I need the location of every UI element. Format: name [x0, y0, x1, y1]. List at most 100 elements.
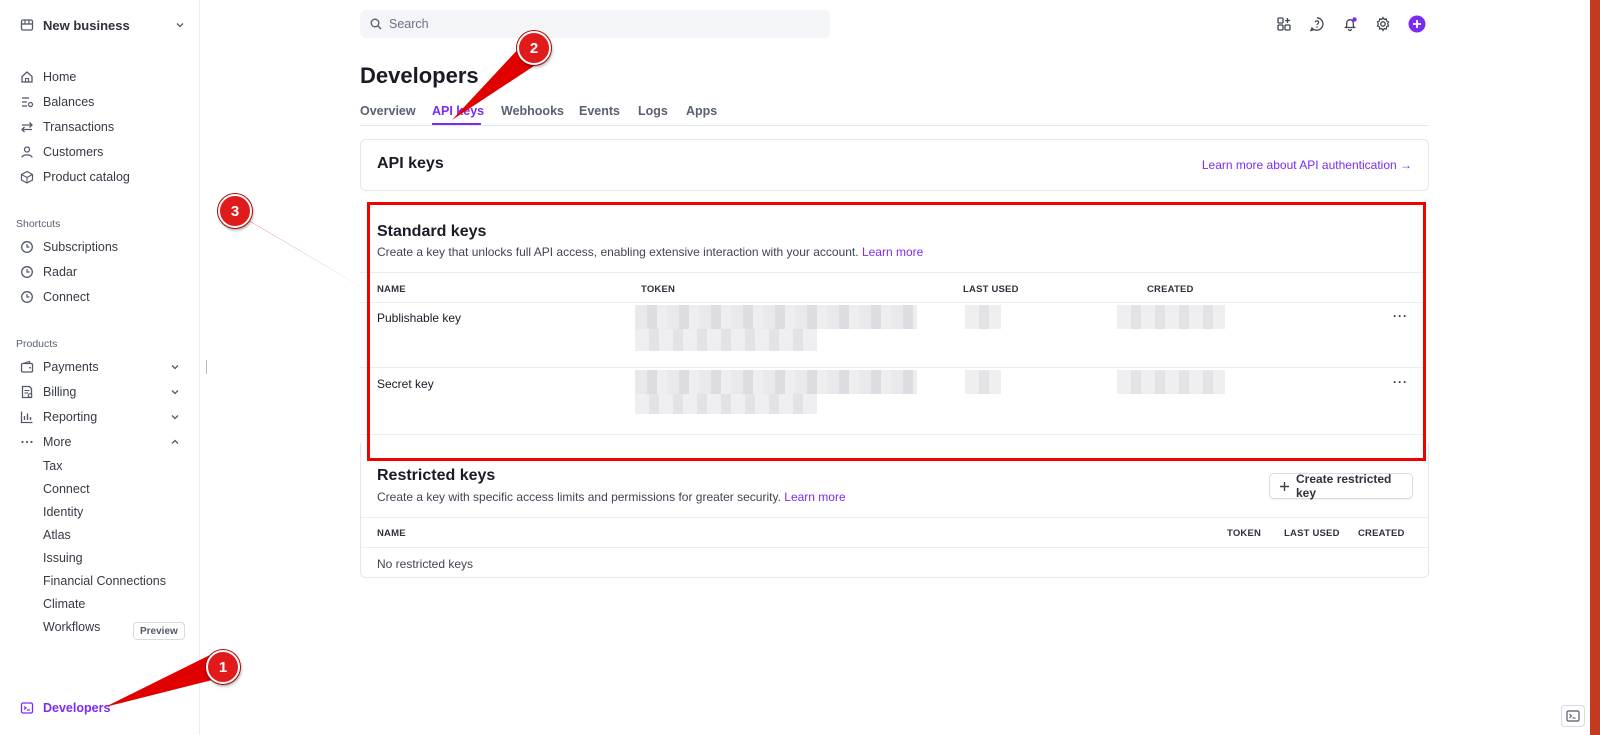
apps-icon[interactable]	[1275, 15, 1293, 33]
column-header-name: NAME	[377, 528, 406, 539]
chevron-up-icon	[170, 437, 180, 447]
sidebar-item-radar[interactable]: Radar	[20, 262, 77, 282]
terminal-icon	[20, 701, 34, 715]
chevron-down-icon	[170, 387, 180, 397]
search-icon	[370, 18, 382, 30]
shortcuts-heading: Shortcuts	[16, 218, 61, 230]
sidebar-subitem-connect[interactable]: Connect	[43, 482, 90, 496]
window-frame-edge	[1590, 0, 1600, 735]
sidebar: New business Home Balances Transactions …	[0, 0, 200, 735]
more-icon	[20, 435, 34, 449]
preview-badge: Preview	[133, 622, 185, 640]
tab-webhooks[interactable]: Webhooks	[501, 104, 564, 118]
sidebar-item-label: More	[43, 435, 72, 449]
business-switcher[interactable]: New business	[20, 14, 185, 36]
sidebar-item-reporting[interactable]: Reporting	[20, 407, 185, 427]
empty-state-text: No restricted keys	[377, 557, 474, 571]
chevron-down-icon	[175, 20, 185, 30]
sidebar-item-more[interactable]: More	[20, 432, 185, 452]
sidebar-item-label: Subscriptions	[43, 240, 119, 254]
tab-api-keys[interactable]: API keys	[432, 104, 484, 118]
settings-gear-icon[interactable]	[1374, 15, 1392, 33]
chevron-down-icon	[170, 362, 180, 372]
column-header-last-used: LAST USED	[1284, 528, 1340, 539]
sidebar-item-developers[interactable]: Developers	[20, 698, 110, 718]
balances-icon	[20, 95, 34, 109]
sidebar-item-payments[interactable]: Payments	[20, 357, 185, 377]
search-input[interactable]: Search	[360, 10, 830, 38]
sidebar-subitem-climate[interactable]: Climate	[43, 597, 85, 611]
create-plus-icon[interactable]	[1408, 15, 1426, 33]
divider	[361, 517, 1428, 518]
home-icon	[20, 70, 34, 84]
sidebar-item-label: Balances	[43, 95, 95, 109]
divider	[361, 547, 1428, 548]
sidebar-item-balances[interactable]: Balances	[20, 92, 94, 112]
sidebar-item-transactions[interactable]: Transactions	[20, 117, 114, 137]
sidebar-resize-handle[interactable]	[206, 360, 207, 374]
console-toggle-button[interactable]	[1561, 705, 1585, 727]
business-name: New business	[43, 17, 130, 33]
restricted-keys-title: Restricted keys	[377, 467, 496, 484]
restricted-keys-learn-more-link[interactable]: Learn more	[784, 490, 845, 504]
column-header-created: CREATED	[1358, 528, 1405, 539]
store-icon	[20, 18, 34, 32]
products-heading: Products	[16, 338, 58, 350]
sidebar-item-subscriptions[interactable]: Subscriptions	[20, 237, 118, 257]
sidebar-item-billing[interactable]: Billing	[20, 382, 185, 402]
plus-icon	[1279, 481, 1290, 492]
restricted-keys-description: Create a key with specific access limits…	[377, 490, 846, 504]
sidebar-subitem-atlas[interactable]: Atlas	[43, 528, 71, 542]
tabs-divider	[360, 125, 1428, 126]
sidebar-item-label: Customers	[43, 145, 104, 159]
notifications-icon[interactable]	[1341, 15, 1359, 33]
sidebar-item-label: Transactions	[43, 120, 115, 134]
tab-apps[interactable]: Apps	[686, 104, 717, 118]
restricted-keys-section: Restricted keys Create a key with specif…	[360, 443, 1429, 578]
sidebar-item-label: Radar	[43, 265, 78, 279]
product-catalog-icon	[20, 170, 34, 184]
create-restricted-key-label: Create restricted key	[1296, 472, 1392, 500]
sidebar-item-customers[interactable]: Customers	[20, 142, 103, 162]
sidebar-item-label: Payments	[43, 360, 99, 374]
column-header-token: TOKEN	[1227, 528, 1262, 539]
restricted-keys-description-text: Create a key with specific access limits…	[377, 490, 781, 504]
create-restricted-key-button[interactable]: Create restricted key	[1269, 472, 1413, 500]
clock-icon	[20, 265, 34, 279]
sidebar-subitem-workflows[interactable]: Workflows	[43, 620, 100, 634]
sidebar-item-label: Product catalog	[43, 170, 130, 184]
tab-overview[interactable]: Overview	[360, 104, 416, 118]
api-keys-title: API keys	[377, 155, 444, 172]
sidebar-subitem-tax[interactable]: Tax	[43, 459, 62, 473]
customers-icon	[20, 145, 34, 159]
api-keys-header-card: API keys Learn more about API authentica…	[360, 139, 1429, 191]
api-auth-learn-more-link[interactable]: Learn more about API authentication →	[1202, 158, 1412, 172]
sidebar-subitem-identity[interactable]: Identity	[43, 505, 83, 519]
search-placeholder: Search	[389, 17, 429, 31]
annotation-highlight-box	[367, 202, 1426, 461]
billing-icon	[20, 385, 34, 399]
tab-logs[interactable]: Logs	[638, 104, 668, 118]
sidebar-item-label: Home	[43, 70, 77, 84]
terminal-icon	[1566, 710, 1580, 722]
tab-events[interactable]: Events	[579, 104, 620, 118]
sidebar-item-label: Connect	[43, 290, 90, 304]
wallet-icon	[20, 360, 34, 374]
sidebar-subitem-financial-connections[interactable]: Financial Connections	[43, 574, 166, 588]
annotation-marker-2: 2	[517, 31, 551, 65]
sidebar-item-label: Developers	[43, 701, 111, 715]
sidebar-subitem-issuing[interactable]: Issuing	[43, 551, 83, 565]
page-title: Developers	[360, 63, 479, 88]
annotation-marker-1: 1	[206, 650, 240, 684]
sidebar-item-home[interactable]: Home	[20, 67, 76, 87]
transactions-icon	[20, 120, 34, 134]
sidebar-item-product-catalog[interactable]: Product catalog	[20, 167, 130, 187]
active-tab-indicator	[432, 123, 481, 125]
annotation-marker-3: 3	[218, 194, 252, 228]
sidebar-item-connect[interactable]: Connect	[20, 287, 90, 307]
reporting-icon	[20, 410, 34, 424]
help-icon[interactable]	[1308, 15, 1326, 33]
sidebar-item-label: Reporting	[43, 410, 98, 424]
chevron-down-icon	[170, 412, 180, 422]
sidebar-item-label: Billing	[43, 385, 77, 399]
